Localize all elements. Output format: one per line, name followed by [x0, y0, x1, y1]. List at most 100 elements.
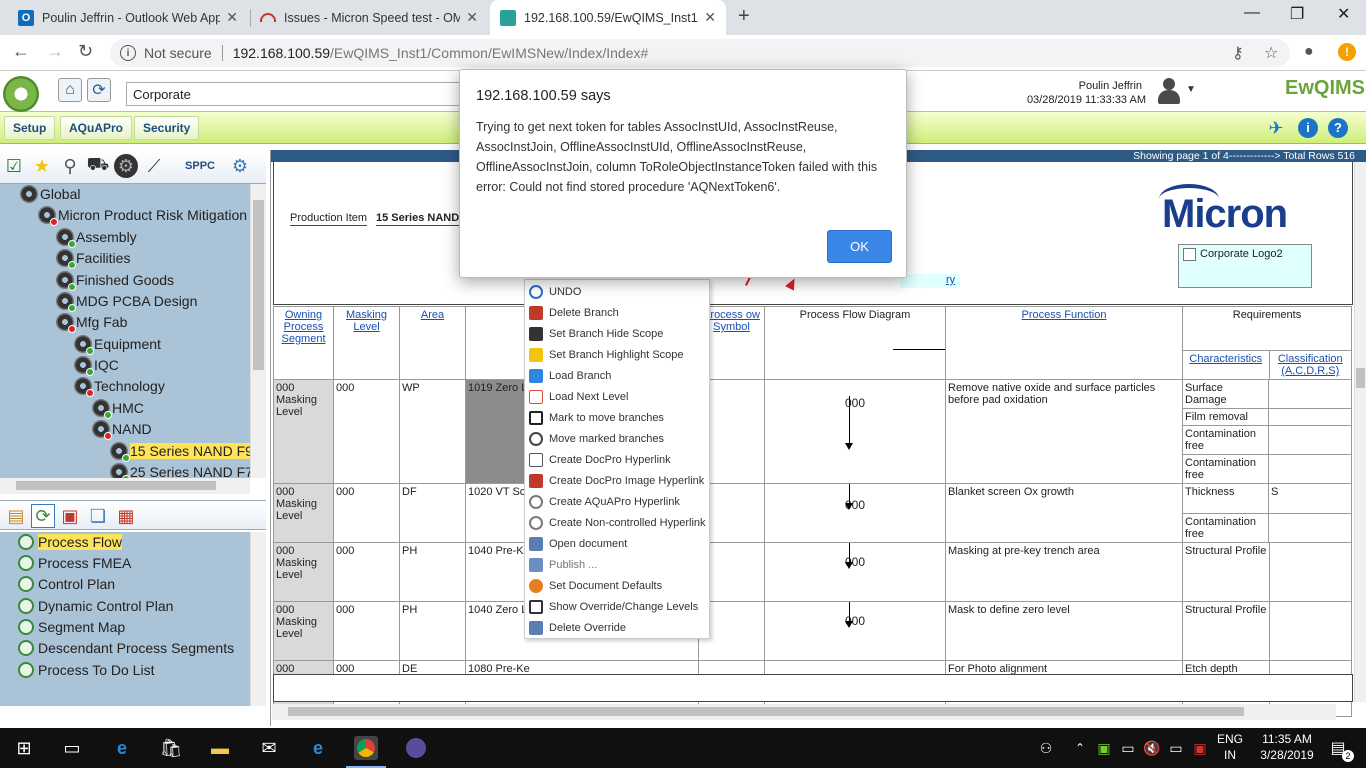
gear-icon[interactable]: ⚙	[114, 154, 138, 178]
info-circle-icon[interactable]: i	[1298, 118, 1318, 138]
list-item-segment-map[interactable]: Segment Map	[18, 617, 125, 637]
menu-security[interactable]: Security	[134, 116, 200, 140]
clock-date[interactable]: 3/28/2019	[1252, 748, 1322, 762]
list-item-process-flow[interactable]: Process Flow	[18, 532, 123, 552]
clock-time[interactable]: 11:35 AM	[1252, 732, 1322, 746]
corporate-search-input[interactable]	[126, 82, 466, 106]
ctx-mark-move[interactable]: Mark to move branches	[525, 407, 711, 428]
ewqims-logo[interactable]	[3, 76, 39, 112]
star-icon[interactable]: ☆	[1264, 43, 1278, 63]
app-icon[interactable]	[404, 736, 428, 760]
chevron-down-icon[interactable]: ▼	[1186, 84, 1196, 95]
tree-node[interactable]: Equipment	[74, 334, 161, 355]
sppc-button[interactable]: SPPC	[172, 154, 228, 178]
minimize-icon[interactable]: —	[1244, 4, 1260, 22]
col-process-function[interactable]: Process Function	[945, 306, 1183, 380]
reload-icon[interactable]: ↻	[78, 41, 93, 62]
refresh-icon[interactable]: ⟳	[87, 78, 111, 102]
ctx-undo[interactable]: UNDO	[525, 281, 711, 302]
ctx-show-override[interactable]: Show Override/Change Levels	[525, 596, 711, 617]
volume-mute-icon[interactable]: 🔇	[1140, 736, 1164, 760]
ctx-docpro-image-hyperlink[interactable]: Create DocPro Image Hyperlink	[525, 470, 711, 491]
tree-node-selected[interactable]: 15 Series NAND F9	[110, 441, 250, 462]
tree-node[interactable]: Facilities	[56, 248, 130, 269]
profile-icon[interactable]: ●	[1304, 43, 1314, 61]
forward-icon[interactable]: →	[46, 41, 64, 62]
ctx-load-branch[interactable]: Load Branch	[525, 365, 711, 386]
folder-icon[interactable]: ▤	[4, 504, 28, 528]
search-icon[interactable]: ⚲	[58, 154, 82, 178]
ctx-publish[interactable]: Publish ...	[525, 554, 711, 575]
tab-ewqims[interactable]: 192.168.100.59/EwQIMS_Inst1/Co ✕	[490, 0, 726, 35]
cart-icon[interactable]: ⛟	[86, 154, 110, 178]
ctx-delete-branch[interactable]: Delete Branch	[525, 302, 711, 323]
col-characteristics[interactable]: Characteristics	[1182, 350, 1270, 380]
tray-expand-icon[interactable]: ⌃	[1068, 736, 1092, 760]
table-row[interactable]: 000 Masking Level 000 DF 1020 VT Sc 000 …	[273, 483, 1352, 543]
network-icon[interactable]: ▭	[1164, 736, 1188, 760]
tree-node[interactable]: IQC	[74, 355, 119, 376]
user-avatar[interactable]	[1156, 76, 1182, 106]
col-owning-segment[interactable]: Owning Process Segment	[273, 306, 334, 380]
ctx-docpro-hyperlink[interactable]: Create DocPro Hyperlink	[525, 449, 711, 470]
region-indicator[interactable]: IN	[1212, 748, 1248, 762]
ctx-hide-scope[interactable]: Set Branch Hide Scope	[525, 323, 711, 344]
tab-issues[interactable]: Issues - Micron Speed test - OMI ✕	[250, 0, 488, 35]
gears-icon[interactable]: ⚙	[228, 154, 252, 178]
menu-setup[interactable]: Setup	[4, 116, 56, 140]
tree-node[interactable]: MDG PCBA Design	[56, 291, 197, 312]
favorites-star-icon[interactable]: ★	[30, 154, 54, 178]
ctx-open-document[interactable]: Open document	[525, 533, 711, 554]
tree-node[interactable]: Mfg Fab	[56, 312, 127, 333]
restore-icon[interactable]: ❐	[1290, 4, 1304, 24]
col-area[interactable]: Area	[399, 306, 466, 380]
internet-explorer-icon[interactable]: e	[306, 736, 330, 760]
grid-icon[interactable]: ▦	[114, 504, 138, 528]
list-item-control-plan[interactable]: Control Plan	[18, 574, 115, 594]
window-close-icon[interactable]: ✕	[1337, 4, 1350, 24]
tree-node[interactable]: NAND	[92, 419, 152, 440]
ctx-load-next-level[interactable]: Load Next Level	[525, 386, 711, 407]
main-horizontal-scrollbar[interactable]	[272, 704, 1336, 720]
tree-node[interactable]: Global	[20, 184, 80, 204]
help-icon[interactable]: ?	[1328, 118, 1348, 138]
list-vertical-scrollbar[interactable]	[250, 532, 266, 706]
table-row[interactable]: 000 Masking Level 000 PH 1040 Pre-Ke 000…	[273, 542, 1352, 602]
list-item-todo[interactable]: Process To Do List	[18, 660, 154, 680]
tree-horizontal-scrollbar[interactable]	[0, 478, 250, 494]
ctx-move-marked[interactable]: Move marked branches	[525, 428, 711, 449]
col-classification[interactable]: Classification (A,C,D,R,S)	[1268, 350, 1352, 380]
chrome-icon[interactable]	[354, 736, 378, 760]
list-item-descendant-segments[interactable]: Descendant Process Segments	[18, 638, 234, 658]
menu-aquapro[interactable]: AQuAPro	[60, 116, 132, 140]
checklist-icon[interactable]: ☑	[2, 154, 26, 178]
close-icon[interactable]: ✕	[466, 9, 478, 26]
ok-button[interactable]: OK	[827, 230, 892, 263]
main-vertical-scrollbar[interactable]	[1354, 162, 1366, 702]
tree-node[interactable]: HMC	[92, 398, 144, 419]
key-icon[interactable]: ⚷	[1232, 43, 1244, 63]
ctx-highlight-scope[interactable]: Set Branch Highlight Scope	[525, 344, 711, 365]
copy-icon[interactable]: ❏	[86, 504, 110, 528]
ctx-aquapro-hyperlink[interactable]: Create AQuAPro Hyperlink	[525, 491, 711, 512]
info-icon[interactable]: i	[120, 45, 136, 61]
tray-flag-icon[interactable]: ▣	[1188, 736, 1212, 760]
document-icon[interactable]: ▣	[58, 504, 82, 528]
file-explorer-icon[interactable]: ▬	[208, 736, 232, 760]
update-alert-icon[interactable]: !	[1338, 43, 1356, 61]
mail-icon[interactable]: ✉	[257, 736, 281, 760]
ctx-delete-override[interactable]: Delete Override	[525, 617, 711, 638]
tree-node[interactable]: Micron Product Risk Mitigation	[38, 205, 247, 226]
windows-start-icon[interactable]: ⊞	[12, 736, 36, 760]
list-item-dynamic-control-plan[interactable]: Dynamic Control Plan	[18, 596, 173, 616]
process-flow-view-icon[interactable]: ⟳	[31, 504, 55, 528]
language-indicator[interactable]: ENG	[1212, 732, 1248, 746]
home-icon[interactable]: ⌂	[58, 78, 82, 102]
back-icon[interactable]: ←	[12, 41, 30, 62]
task-view-icon[interactable]: ▭	[60, 736, 84, 760]
tree-node[interactable]: Assembly	[56, 227, 137, 248]
pin-icon[interactable]: ✈	[1266, 118, 1286, 138]
col-masking-level[interactable]: Masking Level	[333, 306, 400, 380]
partial-link[interactable]: ry	[900, 274, 960, 288]
url-input[interactable]: i Not secure 192.168.100.59/EwQIMS_Inst1…	[110, 39, 1290, 67]
